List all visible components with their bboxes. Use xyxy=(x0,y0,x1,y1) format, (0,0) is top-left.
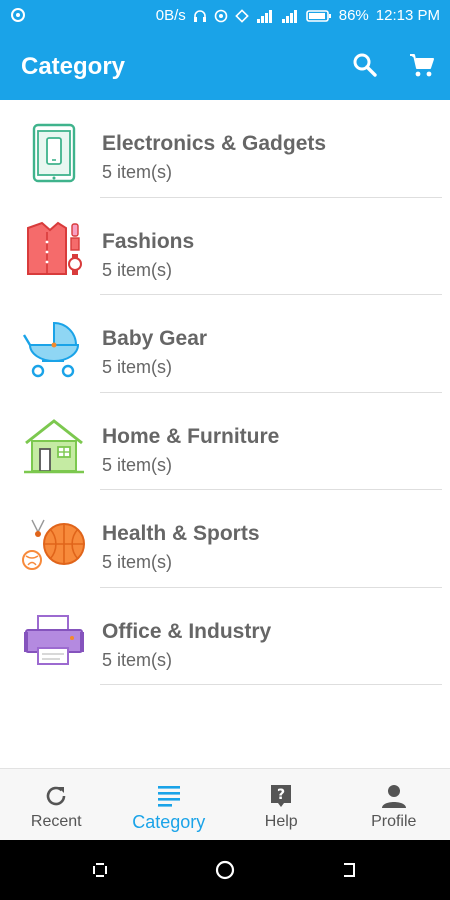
sync-status-icon xyxy=(11,8,25,22)
nav-label: Category xyxy=(132,812,206,832)
list-icon xyxy=(157,786,180,807)
category-name: Health & Sports xyxy=(102,522,260,545)
home-icon[interactable] xyxy=(215,860,235,880)
house-icon xyxy=(24,418,84,473)
category-item-baby-gear[interactable]: Baby Gear 5 item(s) xyxy=(0,295,450,393)
category-list: Electronics & Gadgets 5 item(s) Fashions… xyxy=(0,100,450,685)
system-nav-bar xyxy=(0,840,450,900)
status-bar: 0B/s 86% 12:13 PM xyxy=(0,0,450,32)
nav-label: Profile xyxy=(371,813,417,830)
tablet-icon xyxy=(32,123,76,183)
category-name: Home & Furniture xyxy=(102,424,280,448)
nav-item-recent[interactable]: Recent xyxy=(0,769,113,841)
category-item-electronics[interactable]: Electronics & Gadgets 5 item(s) xyxy=(0,100,450,198)
signal-icon-2 xyxy=(281,9,297,23)
shirt-icon xyxy=(27,221,82,275)
cart-icon[interactable] xyxy=(408,51,436,79)
printer-icon xyxy=(24,614,84,665)
rotate-icon xyxy=(234,8,249,23)
signal-icon-1 xyxy=(256,9,272,23)
status-left xyxy=(10,7,26,27)
nav-item-profile[interactable]: Profile xyxy=(338,769,450,841)
headphones-icon xyxy=(193,9,206,22)
category-count: 5 item(s) xyxy=(102,649,173,670)
help-icon: ? xyxy=(271,785,292,807)
stroller-icon xyxy=(22,321,80,378)
search-icon[interactable] xyxy=(351,51,379,79)
clock: 12:13 PM xyxy=(375,7,440,24)
category-item-fashions[interactable]: Fashions 5 item(s) xyxy=(0,198,450,295)
category-name: Electronics & Gadgets xyxy=(102,132,327,155)
nav-label: Recent xyxy=(30,813,82,830)
app-bar: Category xyxy=(0,32,450,100)
battery-percent: 86% xyxy=(338,7,369,24)
nav-item-category[interactable]: Category xyxy=(113,769,226,841)
category-item-health-sports[interactable]: Health & Sports 5 item(s) xyxy=(0,490,450,588)
category-count: 5 item(s) xyxy=(102,259,173,280)
category-count: 5 item(s) xyxy=(102,162,173,182)
nav-label: Help xyxy=(264,813,298,830)
category-count: 5 item(s) xyxy=(102,552,173,572)
category-count: 5 item(s) xyxy=(102,454,173,475)
battery-icon xyxy=(305,9,331,22)
sports-ball-icon xyxy=(22,519,85,570)
network-speed: 0B/s xyxy=(155,7,186,24)
refresh-icon xyxy=(46,786,66,806)
category-name: Baby Gear xyxy=(102,327,208,350)
category-count: 5 item(s) xyxy=(102,357,173,377)
person-icon xyxy=(381,785,406,808)
bottom-nav: Recent Category ? Help Profile xyxy=(0,768,450,841)
nav-item-help[interactable]: ? Help xyxy=(225,769,338,841)
category-item-office-industry[interactable]: Office & Industry 5 item(s) xyxy=(0,588,450,685)
category-name: Office & Industry xyxy=(102,619,272,643)
page-title: Category xyxy=(21,53,126,80)
recent-apps-icon[interactable] xyxy=(90,860,110,880)
category-item-home-furniture[interactable]: Home & Furniture 5 item(s) xyxy=(0,393,450,490)
category-name: Fashions xyxy=(102,229,195,253)
divider xyxy=(100,684,442,685)
hotspot-icon xyxy=(214,9,228,22)
status-right: 0B/s 86% 12:13 PM xyxy=(156,7,440,24)
svg-text:?: ? xyxy=(277,787,285,803)
back-icon[interactable] xyxy=(340,860,360,880)
